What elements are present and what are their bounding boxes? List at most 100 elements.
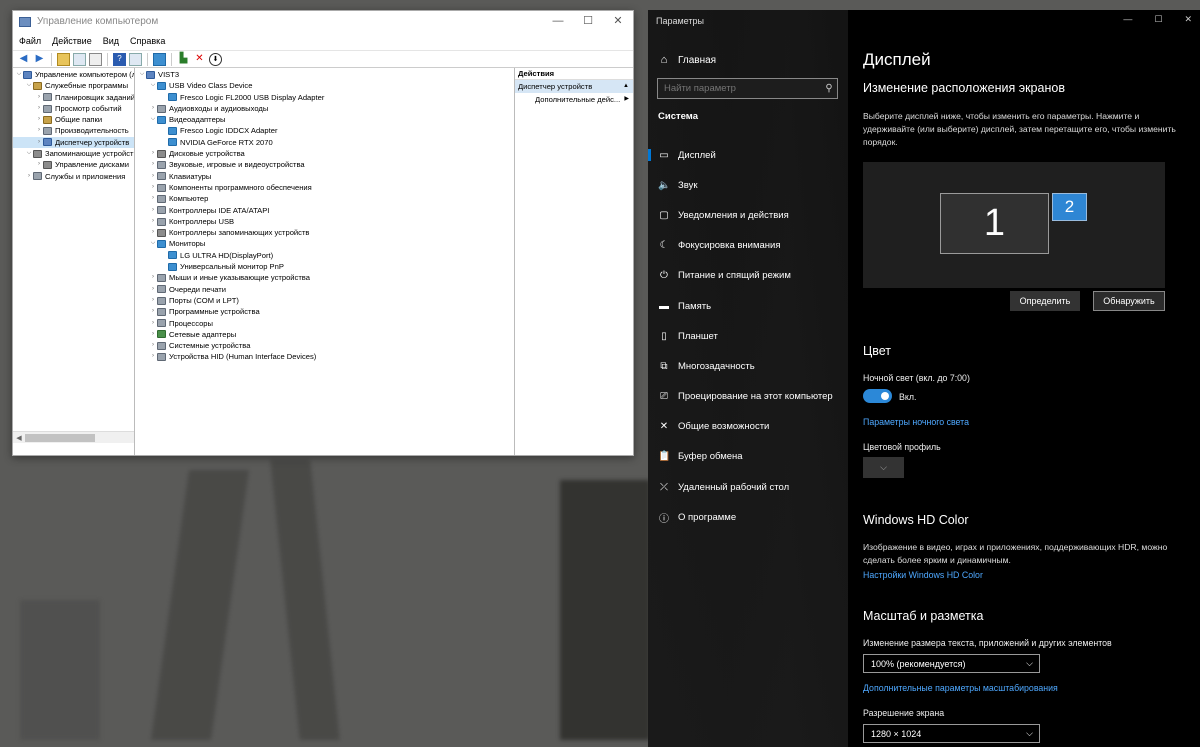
monitor-2[interactable]: 2 <box>1052 193 1087 221</box>
forward-icon[interactable]: ▶ <box>33 53 46 66</box>
device-tree-item[interactable]: › Сетевые адаптеры <box>135 329 514 340</box>
properties-icon[interactable] <box>89 52 102 66</box>
expand-arrow-icon[interactable]: ⌵ <box>138 69 146 80</box>
device-tree-item[interactable]: › Клавиатуры <box>135 171 514 182</box>
device-tree-item[interactable]: › Дисковые устройства <box>135 148 514 159</box>
update-driver-icon[interactable]: ▙ <box>177 53 190 66</box>
help-icon[interactable]: ? <box>113 52 126 66</box>
expand-arrow-icon[interactable]: › <box>35 114 43 125</box>
expand-arrow-icon[interactable]: › <box>149 216 157 227</box>
scale-dropdown[interactable]: 100% (рекомендуется) ⌵ <box>863 654 1040 673</box>
expand-arrow-icon[interactable]: › <box>149 193 157 204</box>
minimize-button[interactable]: — <box>543 11 573 32</box>
expand-arrow-icon[interactable]: › <box>149 182 157 193</box>
device-tree-item[interactable]: › Контроллеры USB <box>135 216 514 227</box>
color-profile-dropdown[interactable]: ⌵ <box>863 457 904 478</box>
action-more[interactable]: Дополнительные дейс... ▶ <box>515 93 633 106</box>
search-box[interactable]: ⚲ <box>657 78 838 99</box>
expand-arrow-icon[interactable]: › <box>149 306 157 317</box>
up-folder-icon[interactable] <box>57 52 70 66</box>
advanced-scaling-link[interactable]: Дополнительные параметры масштабирования <box>863 683 1058 693</box>
close-button[interactable]: ✕ <box>603 11 633 32</box>
expand-arrow-icon[interactable]: › <box>149 171 157 182</box>
device-tree-item[interactable]: › Контроллеры запоминающих устройств <box>135 227 514 238</box>
maximize-button[interactable]: ☐ <box>1154 14 1162 25</box>
menu-view[interactable]: Вид <box>103 36 119 46</box>
expand-arrow-icon[interactable]: ⌵ <box>149 238 157 249</box>
device-tree-item[interactable]: › Устройства HID (Human Interface Devices… <box>135 351 514 362</box>
tree-item[interactable]: ⌵ Управление компьютером (лс <box>13 69 134 80</box>
device-tree-item[interactable]: › Очереди печати <box>135 284 514 295</box>
expand-arrow-icon[interactable]: › <box>149 148 157 159</box>
expand-arrow-icon[interactable]: › <box>149 351 157 362</box>
device-tree-item[interactable]: › Компоненты программного обеспечения <box>135 182 514 193</box>
device-tree-item[interactable]: ⌵ VIST3 <box>135 69 514 80</box>
expand-arrow-icon[interactable]: › <box>35 103 43 114</box>
nav-item[interactable]: ⏻ Питание и спящий режим <box>648 261 848 291</box>
expand-arrow-icon[interactable]: › <box>35 137 43 148</box>
expand-arrow-icon[interactable]: › <box>149 159 157 170</box>
collapse-arrow-icon[interactable]: ▲ <box>623 80 629 93</box>
tree-item[interactable]: › Диспетчер устройств <box>13 136 134 149</box>
identify-button[interactable]: Определить <box>1010 291 1080 311</box>
tree-item[interactable]: › Планировщик заданий <box>13 92 134 103</box>
maximize-button[interactable]: ☐ <box>573 11 603 32</box>
device-tree-item[interactable]: ⌵ Мониторы <box>135 238 514 249</box>
monitor-icon[interactable] <box>153 52 166 66</box>
nav-item[interactable]: ▬ Память <box>648 291 848 321</box>
tree-horizontal-scrollbar[interactable]: ◀ <box>13 431 134 443</box>
menu-action[interactable]: Действие <box>52 36 92 46</box>
nav-item[interactable]: ✕ Общие возможности <box>648 412 848 442</box>
expand-arrow-icon[interactable]: ⌵ <box>15 69 23 80</box>
expand-arrow-icon[interactable]: › <box>35 92 43 103</box>
search-icon[interactable]: ⚲ <box>821 83 837 94</box>
computer-management-window[interactable]: Управление компьютером — ☐ ✕ Файл Действ… <box>12 10 634 456</box>
device-tree-item[interactable]: › Процессоры <box>135 318 514 329</box>
scan-hardware-icon[interactable]: ⬇ <box>209 52 222 66</box>
tree-item[interactable]: › Общие папки <box>13 114 134 125</box>
nav-item[interactable]: ⎚ Проецирование на этот компьютер <box>648 382 848 412</box>
night-light-toggle[interactable] <box>863 389 892 403</box>
expand-arrow-icon[interactable]: › <box>35 125 43 136</box>
search-input[interactable] <box>664 83 821 94</box>
tree-item[interactable]: › Производительность <box>13 125 134 136</box>
expand-arrow-icon[interactable]: ⌵ <box>25 148 33 159</box>
display-arrangement-area[interactable]: 1 2 <box>863 162 1165 288</box>
menu-file[interactable]: Файл <box>19 36 41 46</box>
expand-arrow-icon[interactable]: ⌵ <box>149 80 157 91</box>
device-tree-item[interactable]: › Порты (COM и LPT) <box>135 295 514 306</box>
minimize-button[interactable]: — <box>1123 14 1132 25</box>
nav-item[interactable]: ▭ Дисплей <box>648 140 848 170</box>
nav-item[interactable]: ▯ Планшет <box>648 321 848 351</box>
expand-arrow-icon[interactable]: › <box>149 318 157 329</box>
device-tree-item[interactable]: Универсальный монитор PnP <box>135 261 514 272</box>
monitor-1[interactable]: 1 <box>940 193 1049 254</box>
device-tree-item[interactable]: NVIDIA GeForce RTX 2070 <box>135 137 514 148</box>
expand-arrow-icon[interactable]: › <box>149 329 157 340</box>
expand-arrow-icon[interactable]: › <box>149 284 157 295</box>
device-tree-item[interactable]: › Звуковые, игровые и видеоустройства <box>135 159 514 170</box>
action-device-manager[interactable]: Диспетчер устройств ▲ <box>515 80 633 93</box>
device-tree-item[interactable]: › Аудиовходы и аудиовыходы <box>135 103 514 114</box>
show-hide-tree-icon[interactable] <box>73 52 86 66</box>
device-tree-item[interactable]: › Контроллеры IDE ATA/ATAPI <box>135 205 514 216</box>
detect-button[interactable]: Обнаружить <box>1093 291 1165 311</box>
tree-item[interactable]: ⌵ Запоминающие устройств <box>13 148 134 159</box>
hdr-settings-link[interactable]: Настройки Windows HD Color <box>863 570 983 580</box>
nav-item[interactable]: ⓘ О программе <box>648 502 848 532</box>
tree-item[interactable]: › Просмотр событий <box>13 103 134 114</box>
expand-arrow-icon[interactable]: › <box>149 340 157 351</box>
tree-item[interactable]: › Управление дисками <box>13 159 134 170</box>
device-tree-item[interactable]: › Системные устройства <box>135 340 514 351</box>
tree-item[interactable]: ⌵ Служебные программы <box>13 80 134 91</box>
back-icon[interactable]: ◀ <box>17 53 30 66</box>
home-link[interactable]: ⌂ Главная <box>658 54 716 66</box>
title-bar[interactable]: Управление компьютером — ☐ ✕ <box>13 11 633 32</box>
expand-arrow-icon[interactable]: › <box>149 103 157 114</box>
tree-item[interactable]: › Службы и приложения <box>13 171 134 182</box>
expand-arrow-icon[interactable]: ⌵ <box>149 114 157 125</box>
device-tree-item[interactable]: › Компьютер <box>135 193 514 204</box>
device-tree-item[interactable]: ⌵ USB Video Class Device <box>135 80 514 91</box>
close-button[interactable]: ✕ <box>1184 14 1192 25</box>
device-tree-item[interactable]: › Программные устройства <box>135 306 514 317</box>
